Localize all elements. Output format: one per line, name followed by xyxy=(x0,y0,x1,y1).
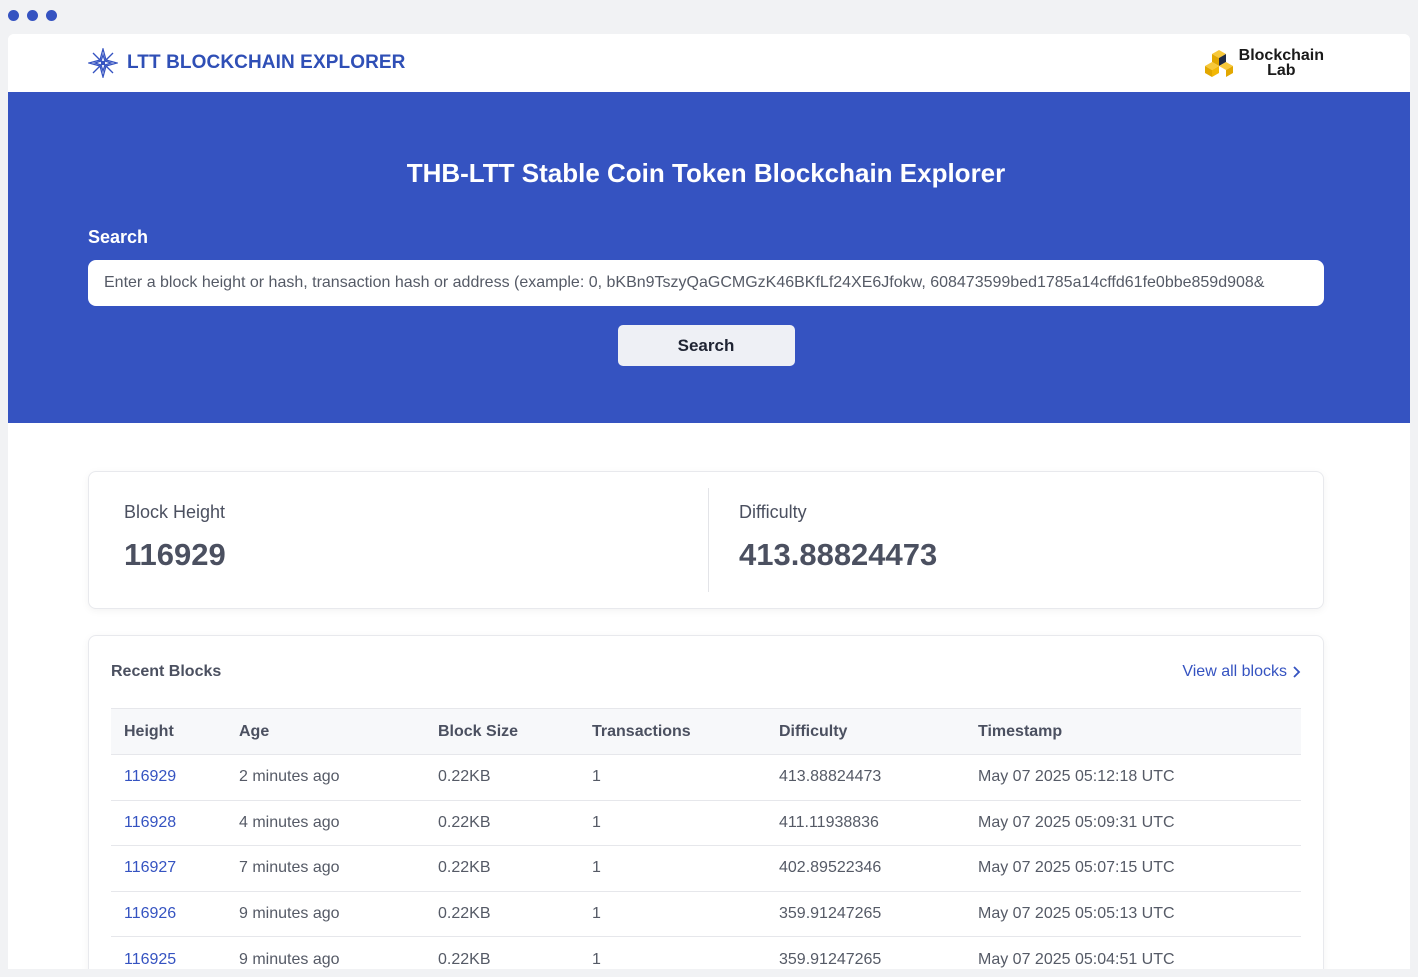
window-dot[interactable] xyxy=(46,10,57,21)
block-height-label: Block Height xyxy=(124,502,226,522)
difficulty-value: 413.88824473 xyxy=(739,537,938,572)
block-age: 4 minutes ago xyxy=(226,799,425,846)
block-size: 0.22KB xyxy=(425,845,579,891)
recent-blocks-table: Height Age Block Size Transactions Diffi… xyxy=(111,708,1301,969)
block-height-link[interactable]: 116925 xyxy=(124,951,176,968)
search-input[interactable] xyxy=(88,260,1324,306)
brand-title: LTT BLOCKCHAIN EXPLORER xyxy=(127,52,406,73)
block-difficulty: 402.89522346 xyxy=(766,845,965,891)
column-header-timestamp[interactable]: Timestamp xyxy=(965,708,1301,755)
page: LTT BLOCKCHAIN EXPLORER Blockchain Lab T… xyxy=(8,34,1410,969)
block-height-stat: Block Height 116929 xyxy=(89,472,708,608)
table-header-row: Height Age Block Size Transactions Diffi… xyxy=(111,708,1301,755)
chevron-right-icon xyxy=(1293,666,1301,678)
table-row: 116928 4 minutes ago 0.22KB 1 411.119388… xyxy=(111,799,1301,846)
window-dot[interactable] xyxy=(8,10,19,21)
block-size: 0.22KB xyxy=(425,799,579,846)
view-all-label: View all blocks xyxy=(1182,663,1287,680)
partner-line1: Blockchain xyxy=(1238,47,1324,64)
table-row: 116927 7 minutes ago 0.22KB 1 402.895223… xyxy=(111,845,1301,891)
table-row: 116925 9 minutes ago 0.22KB 1 359.912472… xyxy=(111,936,1301,969)
page-title: THB-LTT Stable Coin Token Blockchain Exp… xyxy=(406,158,1006,188)
block-transactions: 1 xyxy=(579,754,766,800)
difficulty-label: Difficulty xyxy=(739,502,807,522)
recent-blocks-header: Recent Blocks View all blocks xyxy=(111,636,1301,708)
column-header-block-size[interactable]: Block Size xyxy=(425,708,579,755)
block-timestamp: May 07 2025 05:09:31 UTC xyxy=(965,799,1301,846)
view-all-blocks-link[interactable]: View all blocks xyxy=(1182,663,1301,681)
block-height-link[interactable]: 116928 xyxy=(124,814,176,831)
column-header-transactions[interactable]: Transactions xyxy=(579,708,766,755)
block-transactions: 1 xyxy=(579,799,766,846)
block-age: 9 minutes ago xyxy=(226,890,425,937)
top-nav: LTT BLOCKCHAIN EXPLORER Blockchain Lab xyxy=(8,34,1410,92)
block-age: 7 minutes ago xyxy=(226,845,425,891)
block-difficulty: 359.91247265 xyxy=(766,890,965,937)
block-timestamp: May 07 2025 05:07:15 UTC xyxy=(965,845,1301,891)
window-controls xyxy=(8,10,57,21)
difficulty-stat: Difficulty 413.88824473 xyxy=(708,488,1323,592)
cubes-icon xyxy=(1204,50,1233,77)
block-transactions: 1 xyxy=(579,936,766,969)
column-header-age[interactable]: Age xyxy=(226,708,425,755)
stats-card: Block Height 116929 Difficulty 413.88824… xyxy=(88,471,1324,609)
block-transactions: 1 xyxy=(579,890,766,937)
block-size: 0.22KB xyxy=(425,936,579,969)
partner-name: Blockchain Lab xyxy=(1238,47,1324,79)
partner-line2: Lab xyxy=(1267,62,1296,79)
block-size: 0.22KB xyxy=(425,754,579,800)
block-height-value: 116929 xyxy=(124,537,226,572)
table-row: 116926 9 minutes ago 0.22KB 1 359.912472… xyxy=(111,890,1301,937)
block-height-link[interactable]: 116926 xyxy=(124,905,176,922)
block-transactions: 1 xyxy=(579,845,766,891)
search-label: Search xyxy=(88,227,149,247)
block-difficulty: 359.91247265 xyxy=(766,936,965,969)
block-difficulty: 411.11938836 xyxy=(766,799,965,846)
partner-logo[interactable]: Blockchain Lab xyxy=(1204,47,1324,79)
block-height-link[interactable]: 116927 xyxy=(124,859,176,876)
recent-blocks-card: Recent Blocks View all blocks Height Age… xyxy=(88,635,1324,969)
block-timestamp: May 07 2025 05:05:13 UTC xyxy=(965,890,1301,937)
block-age: 2 minutes ago xyxy=(226,754,425,800)
block-timestamp: May 07 2025 05:12:18 UTC xyxy=(965,754,1301,800)
brand-logo[interactable]: LTT BLOCKCHAIN EXPLORER xyxy=(88,48,406,78)
window-dot[interactable] xyxy=(27,10,38,21)
block-age: 9 minutes ago xyxy=(226,936,425,969)
column-header-difficulty[interactable]: Difficulty xyxy=(766,708,965,755)
block-size: 0.22KB xyxy=(425,890,579,937)
search-button[interactable]: Search xyxy=(617,325,795,366)
recent-blocks-title: Recent Blocks xyxy=(111,663,222,680)
hero-banner: THB-LTT Stable Coin Token Blockchain Exp… xyxy=(8,92,1410,423)
block-height-link[interactable]: 116929 xyxy=(124,768,176,785)
compass-star-icon xyxy=(88,48,118,78)
block-timestamp: May 07 2025 05:04:51 UTC xyxy=(965,936,1301,969)
block-difficulty: 413.88824473 xyxy=(766,754,965,800)
table-row: 116929 2 minutes ago 0.22KB 1 413.888244… xyxy=(111,754,1301,800)
column-header-height[interactable]: Height xyxy=(111,708,226,755)
